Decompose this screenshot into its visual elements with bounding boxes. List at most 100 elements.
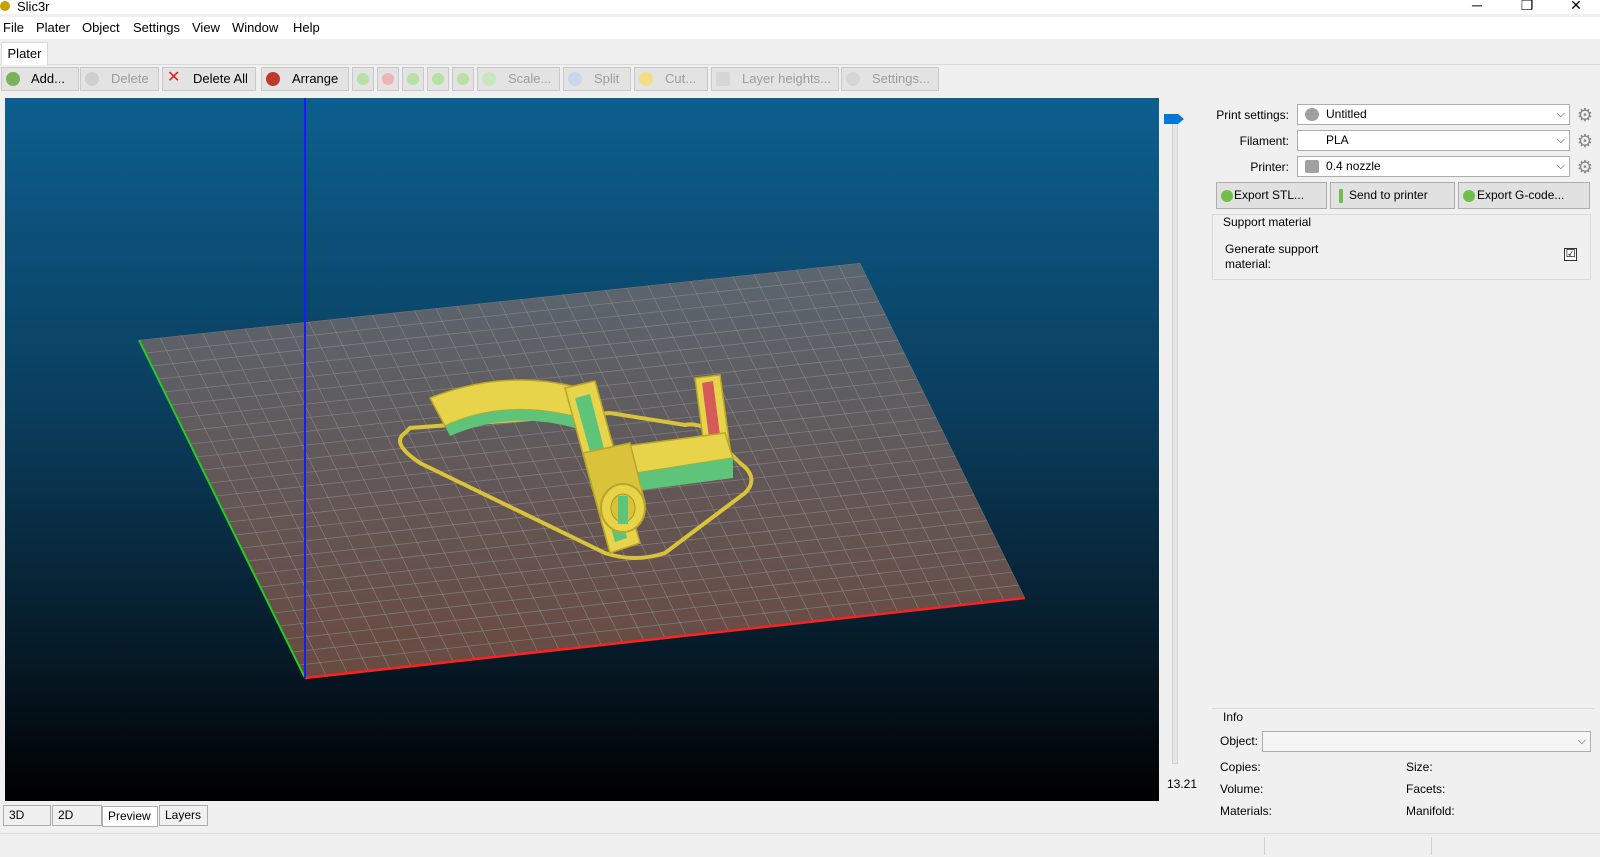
export-stl-label: Export STL... — [1234, 188, 1305, 202]
support-material-title: Support material — [1223, 215, 1312, 229]
delete-button-label: Delete — [111, 71, 149, 86]
tab-strip: Plater — [0, 39, 1600, 65]
rotate-icon — [457, 73, 469, 85]
scale-button-label: Scale... — [508, 71, 552, 86]
cut-icon — [639, 72, 653, 86]
status-separator — [1264, 837, 1265, 855]
size-label: Size: — [1406, 760, 1433, 774]
object-combo[interactable]: ⌵ — [1262, 731, 1591, 752]
export-stl-button[interactable]: Export STL... — [1216, 182, 1327, 209]
cut-button-label: Cut... — [665, 71, 697, 86]
menu-window[interactable]: Window — [232, 20, 278, 36]
export-gcode-label: Export G-code... — [1477, 188, 1565, 202]
rotate-cw-button[interactable] — [427, 67, 449, 91]
tab-layers[interactable]: Layers — [159, 805, 208, 826]
split-icon — [568, 72, 582, 86]
printer-value: 0.4 nozzle — [1326, 159, 1381, 173]
layer-slider-thumb[interactable] — [1164, 114, 1184, 124]
print-settings-label: Print settings: — [1216, 108, 1289, 122]
object-settings-button[interactable]: Settings... — [841, 67, 939, 91]
rotate-ccw-button[interactable] — [402, 67, 424, 91]
delete-all-button-label: Delete All — [193, 71, 248, 86]
tab-preview[interactable]: Preview — [102, 806, 158, 827]
rotate-button[interactable] — [452, 67, 474, 91]
upload-arrow-icon — [1339, 189, 1343, 203]
cylinder-support — [618, 496, 628, 524]
decrease-copies-button[interactable] — [377, 67, 399, 91]
plus-circle-icon — [357, 73, 369, 85]
menu-view[interactable]: View — [192, 20, 220, 36]
filament-combo[interactable]: PLA ⌵ — [1297, 130, 1570, 151]
facets-label: Facets: — [1406, 782, 1446, 796]
status-separator — [1431, 837, 1432, 855]
menu-object[interactable]: Object — [82, 20, 120, 36]
info-title: Info — [1223, 710, 1244, 724]
arrange-button-label: Arrange — [292, 71, 339, 86]
tab-3d[interactable]: 3D — [3, 805, 51, 826]
generate-support-label: Generate support material: — [1225, 242, 1319, 271]
add-object-icon — [6, 72, 20, 86]
layer-slider-track[interactable] — [1172, 122, 1178, 764]
filament-gear-icon-button[interactable]: ⚙ — [1576, 132, 1594, 150]
printer-gear-icon-button[interactable]: ⚙ — [1576, 158, 1594, 176]
materials-label: Materials: — [1220, 804, 1273, 818]
object-settings-button-label: Settings... — [872, 71, 930, 86]
filament-label: Filament: — [1239, 134, 1289, 148]
print-settings-gear-icon-button[interactable]: ⚙ — [1576, 106, 1594, 124]
close-button[interactable]: ✕ — [1561, 0, 1591, 14]
print-settings-gear-icon — [1305, 108, 1319, 121]
split-button[interactable]: Split — [563, 67, 631, 91]
arrange-button[interactable]: Arrange — [261, 67, 349, 91]
increase-copies-button[interactable] — [352, 67, 374, 91]
layer-slider-panel: 13.21 — [1159, 98, 1213, 801]
slic3r-logo-icon — [0, 1, 10, 11]
plater-toolbar: Add... Delete ✕ Delete All Arrange Scale… — [0, 66, 1600, 92]
title-bar: Slic3r ─ ❐ ✕ — [0, 0, 1600, 14]
arrange-icon — [266, 72, 280, 86]
add-button-label: Add... — [31, 71, 65, 86]
minus-circle-icon — [382, 73, 394, 85]
export-gcode-icon — [1463, 190, 1475, 202]
menu-plater[interactable]: Plater — [36, 20, 70, 36]
send-to-printer-button[interactable]: Send to printer — [1330, 182, 1455, 209]
menu-settings[interactable]: Settings — [133, 20, 180, 36]
printer-combo[interactable]: 0.4 nozzle ⌵ — [1297, 156, 1570, 177]
scale-button[interactable]: Scale... — [477, 67, 560, 91]
status-bar — [0, 833, 1600, 857]
printer-label: Printer: — [1250, 160, 1289, 174]
export-stl-icon — [1221, 190, 1233, 202]
menu-file[interactable]: File — [3, 20, 24, 36]
view-mode-tabs: 3D 2D Preview Layers — [0, 805, 1160, 827]
export-gcode-button[interactable]: Export G-code... — [1458, 182, 1590, 209]
layer-height-value: 13.21 — [1167, 777, 1198, 791]
add-button[interactable]: Add... — [1, 67, 79, 91]
chevron-down-icon: ⌵ — [1556, 160, 1565, 172]
restore-button[interactable]: ❐ — [1512, 0, 1542, 14]
print-settings-combo[interactable]: Untitled ⌵ — [1297, 104, 1570, 125]
preview-scene — [138, 98, 1026, 680]
generate-support-checkbox[interactable]: ☑ — [1564, 248, 1577, 261]
print-bed — [139, 263, 1025, 678]
manifold-label: Manifold: — [1406, 804, 1455, 818]
rotate-ccw-icon — [407, 73, 419, 85]
layer-heights-button[interactable]: Layer heights... — [711, 67, 839, 91]
tab-2d[interactable]: 2D — [52, 805, 102, 826]
chevron-down-icon: ⌵ — [1556, 134, 1565, 146]
tab-plater[interactable]: Plater — [1, 42, 48, 65]
cut-button[interactable]: Cut... — [634, 67, 708, 91]
minimize-button[interactable]: ─ — [1462, 0, 1492, 14]
volume-label: Volume: — [1220, 782, 1264, 796]
copies-label: Copies: — [1220, 760, 1261, 774]
delete-button[interactable]: Delete — [80, 67, 159, 91]
split-button-label: Split — [594, 71, 620, 86]
rotate-cw-icon — [432, 73, 444, 85]
settings-sidepanel: Print settings: Untitled ⌵ ⚙ Filament: P… — [1212, 98, 1600, 826]
chevron-down-icon: ⌵ — [1556, 108, 1565, 120]
layer-heights-button-label: Layer heights... — [742, 71, 831, 86]
delete-all-button[interactable]: ✕ Delete All — [162, 67, 256, 91]
3d-preview-canvas[interactable] — [5, 98, 1159, 801]
delete-all-x-icon: ✕ — [167, 69, 181, 86]
chevron-down-icon: ⌵ — [1577, 735, 1586, 747]
menu-help[interactable]: Help — [293, 20, 320, 36]
printer-icon — [1305, 160, 1319, 173]
